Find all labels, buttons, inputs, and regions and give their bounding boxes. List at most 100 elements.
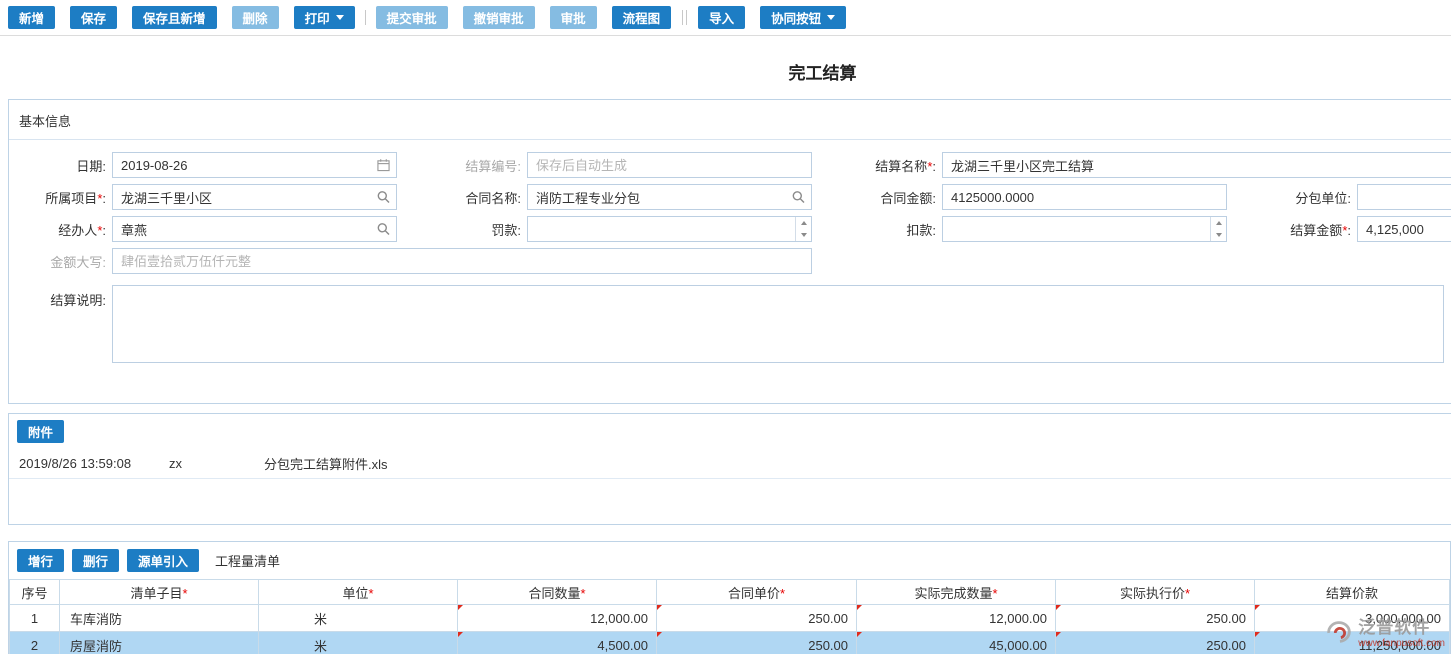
- table-row[interactable]: 2 房屋消防 米 4,500.00 250.00 45,000.00 250.0…: [10, 632, 1450, 654]
- delete-row-button[interactable]: 删行: [72, 549, 119, 572]
- subcontract-unit-field[interactable]: [1357, 184, 1451, 210]
- detail-toolbar: 增行 删行 源单引入 工程量清单: [9, 542, 1450, 579]
- amount-in-words-field[interactable]: [112, 248, 812, 274]
- subcontract-unit-label: 分包单位:: [1227, 188, 1357, 207]
- collaborate-button[interactable]: 协同按钮: [760, 6, 846, 29]
- cell-contract-price[interactable]: 250.00: [657, 605, 857, 632]
- attachment-user: zx: [169, 456, 264, 471]
- revoke-approval-button[interactable]: 撤销审批: [463, 6, 535, 29]
- table-header-row: 序号 清单子目* 单位* 合同数量* 合同单价* 实际完成数量* 实际执行价* …: [10, 580, 1450, 605]
- settlement-note-label: 结算说明:: [9, 285, 112, 309]
- settlement-no-label: 结算编号:: [397, 156, 527, 175]
- quantity-list-table: 序号 清单子目* 单位* 合同数量* 合同单价* 实际完成数量* 实际执行价* …: [9, 579, 1450, 654]
- col-done-qty-header: 实际完成数量*: [857, 580, 1056, 605]
- page-title: 完工结算: [0, 36, 1451, 99]
- detail-panel: 增行 删行 源单引入 工程量清单 序号 清单子目* 单位* 合同数量* 合同单价…: [8, 541, 1451, 654]
- spinner-down-icon[interactable]: [796, 229, 811, 241]
- deduction-field[interactable]: [942, 216, 1227, 242]
- col-index-header: 序号: [10, 580, 60, 605]
- attachments-button[interactable]: 附件: [17, 420, 64, 443]
- import-button[interactable]: 导入: [698, 6, 745, 29]
- fine-label: 罚款:: [397, 220, 527, 239]
- table-row[interactable]: 1 车库消防 米 12,000.00 250.00 12,000.00 250.…: [10, 605, 1450, 632]
- cell-unit[interactable]: 米: [259, 605, 458, 632]
- settlement-amount-field[interactable]: [1357, 216, 1451, 242]
- cell-settle-amount[interactable]: 11,250,000.00: [1255, 632, 1450, 654]
- flowchart-button[interactable]: 流程图: [612, 6, 672, 29]
- settlement-note-textarea[interactable]: [112, 285, 1444, 363]
- source-import-button[interactable]: 源单引入: [127, 549, 199, 572]
- basic-info-section-title: 基本信息: [9, 100, 1451, 140]
- contract-name-field[interactable]: [527, 184, 812, 210]
- settlement-name-field[interactable]: [942, 152, 1451, 178]
- cell-contract-qty[interactable]: 4,500.00: [458, 632, 657, 654]
- collaborate-button-label: 协同按钮: [771, 8, 821, 27]
- caret-down-icon: [336, 15, 344, 20]
- spinner-up-icon[interactable]: [1211, 217, 1226, 229]
- attachments-panel: 附件 2019/8/26 13:59:08 zx 分包完工结算附件.xls: [8, 413, 1451, 525]
- attachment-time: 2019/8/26 13:59:08: [19, 456, 169, 471]
- caret-down-icon: [827, 15, 835, 20]
- settlement-no-field[interactable]: [527, 152, 812, 178]
- form-row-1: 日期: 结算编号: 结算名称*:: [9, 149, 1451, 181]
- toolbar: 新增 保存 保存且新增 删除 打印 提交审批 撤销审批 审批 流程图 导入 协同…: [0, 0, 1451, 36]
- new-button[interactable]: 新增: [8, 6, 55, 29]
- cell-index: 1: [10, 605, 60, 632]
- detail-tab-label: 工程量清单: [215, 551, 280, 570]
- search-icon[interactable]: [792, 191, 805, 204]
- form-row-2: 所属项目*: 合同名称: 合同金额:: [9, 181, 1451, 213]
- handler-label: 经办人*:: [9, 220, 112, 239]
- add-row-button[interactable]: 增行: [17, 549, 64, 572]
- project-label: 所属项目*:: [9, 188, 112, 207]
- basic-info-form: 日期: 结算编号: 结算名称*: 所属项目*:: [9, 140, 1451, 403]
- deduction-label: 扣款:: [812, 220, 942, 239]
- calendar-icon[interactable]: [377, 159, 390, 172]
- cell-settle-amount[interactable]: 3,000,000.00: [1255, 605, 1450, 632]
- cell-index: 2: [10, 632, 60, 654]
- cell-contract-price[interactable]: 250.00: [657, 632, 857, 654]
- toolbar-divider: [682, 10, 687, 25]
- attachment-filename[interactable]: 分包完工结算附件.xls: [264, 454, 388, 473]
- contract-name-label: 合同名称:: [397, 188, 527, 207]
- print-button-label: 打印: [305, 8, 330, 27]
- search-icon[interactable]: [377, 223, 390, 236]
- contract-amount-field[interactable]: [942, 184, 1227, 210]
- date-label: 日期:: [9, 156, 112, 175]
- page: 新增 保存 保存且新增 删除 打印 提交审批 撤销审批 审批 流程图 导入 协同…: [0, 0, 1451, 654]
- delete-button[interactable]: 删除: [232, 6, 279, 29]
- number-spinner: [1210, 217, 1226, 241]
- project-field[interactable]: [112, 184, 397, 210]
- amount-in-words-label: 金额大写:: [9, 252, 112, 271]
- cell-exec-price[interactable]: 250.00: [1056, 632, 1255, 654]
- basic-info-panel: 基本信息 日期: 结算编号: 结算名称*:: [8, 99, 1451, 404]
- cell-unit[interactable]: 米: [259, 632, 458, 654]
- cell-contract-qty[interactable]: 12,000.00: [458, 605, 657, 632]
- form-row-3: 经办人*: 罚款: 扣款: 结算金额*:: [9, 213, 1451, 245]
- col-settle-amount-header: 结算价款: [1255, 580, 1450, 605]
- search-icon[interactable]: [377, 191, 390, 204]
- attachment-row[interactable]: 2019/8/26 13:59:08 zx 分包完工结算附件.xls: [9, 449, 1451, 479]
- print-button[interactable]: 打印: [294, 6, 355, 29]
- save-button[interactable]: 保存: [70, 6, 117, 29]
- fine-field[interactable]: [527, 216, 812, 242]
- cell-exec-price[interactable]: 250.00: [1056, 605, 1255, 632]
- cell-item[interactable]: 车库消防: [60, 605, 259, 632]
- contract-amount-label: 合同金额:: [812, 188, 942, 207]
- submit-approval-button[interactable]: 提交审批: [376, 6, 448, 29]
- col-item-header: 清单子目*: [60, 580, 259, 605]
- date-field[interactable]: [112, 152, 397, 178]
- approval-button[interactable]: 审批: [550, 6, 597, 29]
- cell-done-qty[interactable]: 12,000.00: [857, 605, 1056, 632]
- col-contract-price-header: 合同单价*: [657, 580, 857, 605]
- cell-done-qty[interactable]: 45,000.00: [857, 632, 1056, 654]
- save-and-new-button[interactable]: 保存且新增: [132, 6, 217, 29]
- spinner-down-icon[interactable]: [1211, 229, 1226, 241]
- cell-item[interactable]: 房屋消防: [60, 632, 259, 654]
- spinner-up-icon[interactable]: [796, 217, 811, 229]
- settlement-name-label: 结算名称*:: [812, 156, 942, 175]
- col-contract-qty-header: 合同数量*: [458, 580, 657, 605]
- number-spinner: [795, 217, 811, 241]
- handler-field[interactable]: [112, 216, 397, 242]
- col-exec-price-header: 实际执行价*: [1056, 580, 1255, 605]
- col-unit-header: 单位*: [259, 580, 458, 605]
